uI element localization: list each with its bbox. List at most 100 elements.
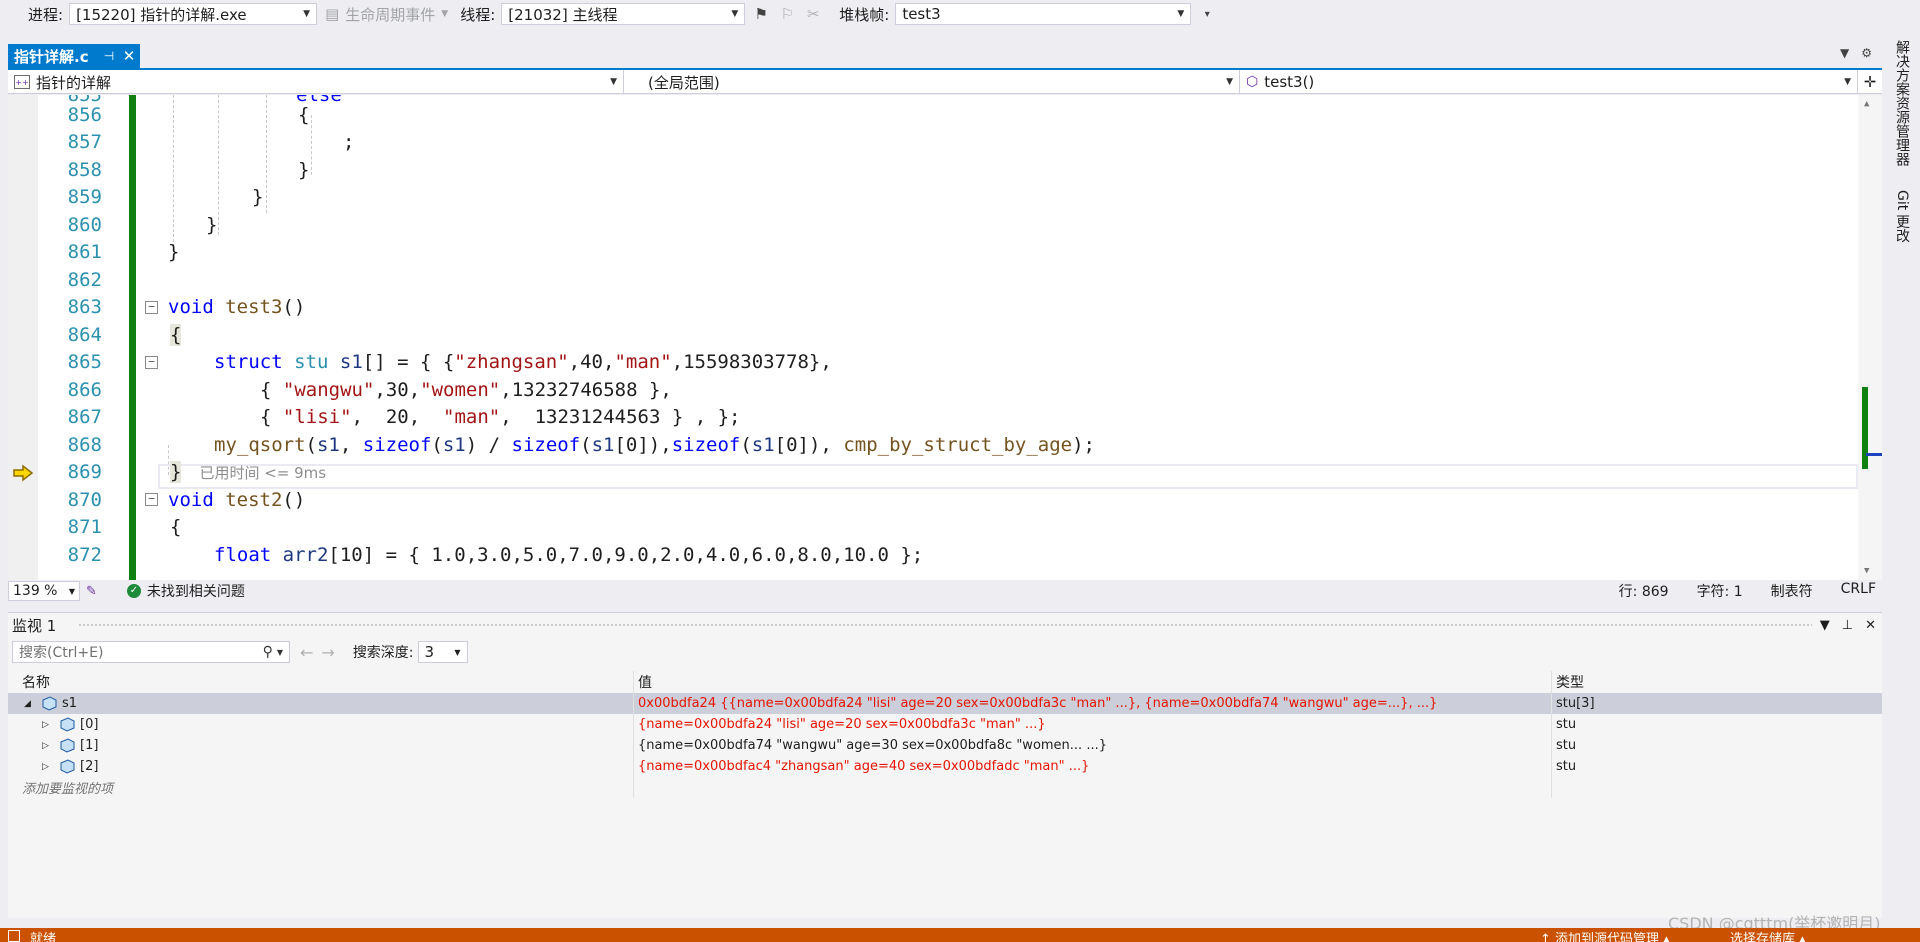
table-row[interactable]: 添加要监视的项 <box>8 777 1882 798</box>
flag-all-threads-icon[interactable]: ⚐ <box>777 4 797 24</box>
column-header-type[interactable]: 类型 <box>1552 671 1862 693</box>
flag-thread-icon[interactable]: ⚑ <box>751 4 771 24</box>
tab-mode-indicator[interactable]: 制表符 <box>1771 581 1813 601</box>
name-cell: ◢ s1 <box>8 693 634 714</box>
lifecycle-events-button[interactable]: ▤ 生命周期事件 ▼ <box>325 4 448 25</box>
table-row[interactable]: ▷ [2] {name=0x00bdfac4 "zhangsan" age=40… <box>8 756 1882 777</box>
watch-value[interactable]: {name=0x00bdfac4 "zhangsan" age=40 sex=0… <box>634 756 1552 777</box>
table-row[interactable]: ◢ s1 0x00bdfa24 {{name=0x00bdfa24 "lisi"… <box>8 693 1882 714</box>
project-icon: ++ <box>14 75 30 89</box>
chevron-down-icon: ▼ <box>1844 77 1851 87</box>
code-line-858: 858 } <box>8 156 1858 184</box>
column-header-name[interactable]: 名称 <box>8 671 634 693</box>
editor-vertical-scrollbar[interactable]: ▲ ▼ <box>1858 95 1882 580</box>
project-dropdown[interactable]: ++ 指针的详解 ▼ <box>8 70 624 94</box>
line-indicator[interactable]: 行: 869 <box>1619 581 1669 601</box>
expand-triangle-icon[interactable]: ▷ <box>42 762 54 772</box>
scroll-up-icon[interactable]: ▲ <box>1864 99 1869 109</box>
line-ending-indicator[interactable]: CRLF <box>1841 581 1876 601</box>
line-number: 869 <box>67 461 102 484</box>
chevron-down-icon: ▼ <box>731 9 739 19</box>
watch-name: s1 <box>62 696 78 711</box>
issues-status[interactable]: 未找到相关问题 <box>147 581 245 601</box>
scope-dropdown[interactable]: (全局范围) ▼ <box>624 70 1240 94</box>
window-options-icon[interactable]: ▼ <box>1820 618 1830 633</box>
line-number: 870 <box>67 488 102 511</box>
perf-tip[interactable]: 已用时间 <= 9ms <box>199 464 326 482</box>
code-line-860: 860 } <box>8 211 1858 239</box>
code-text: float arr2[10] = { 1.0,3.0,5.0,7.0,9.0,2… <box>214 543 924 566</box>
collapse-toggle[interactable]: − <box>145 300 158 314</box>
process-dropdown[interactable]: [15220] 指针的详解.exe ▼ <box>69 3 318 25</box>
watch-search-input[interactable]: 搜索(Ctrl+E) ⚲ ▼ <box>12 641 290 663</box>
line-number: 857 <box>67 131 102 154</box>
thread-dropdown[interactable]: [21032] 主线程 ▼ <box>501 3 746 25</box>
expand-triangle-icon[interactable]: ▷ <box>42 741 54 751</box>
select-repository-button[interactable]: 选择存储库 ▴ <box>1730 928 1806 942</box>
watch-value[interactable]: 0x00bdfa24 {{name=0x00bdfa24 "lisi" age=… <box>634 693 1552 714</box>
char-indicator[interactable]: 字符: 1 <box>1697 581 1743 601</box>
git-changes-tab[interactable]: Git 更改 <box>1890 190 1912 243</box>
cursor-info: 行: 869 字符: 1 制表符 CRLF <box>1619 581 1876 601</box>
close-icon[interactable]: ✕ <box>1865 618 1876 633</box>
stack-frame-label: 堆栈帧: <box>839 5 890 24</box>
check-circle-icon: ✓ <box>126 584 141 598</box>
member-dropdown[interactable]: ⬡ test3() ▼ <box>1240 70 1858 94</box>
line-number: 863 <box>67 296 102 319</box>
watch-value[interactable]: {name=0x00bdfa24 "lisi" age=20 sex=0x00b… <box>634 714 1552 735</box>
code-line-871: 871 { <box>8 514 1858 542</box>
table-row[interactable]: ▷ [1] {name=0x00bdfa74 "wangwu" age=30 s… <box>8 735 1882 756</box>
tab-title: 指针详解.c <box>14 47 89 66</box>
code-editor[interactable]: 855 else 856 { 857 ; 858 } 859 } 860 } 8… <box>8 95 1882 580</box>
pin-icon[interactable]: ⊥ <box>1842 618 1853 633</box>
column-header-value[interactable]: 值 <box>634 671 1552 693</box>
code-text: } 已用时间 <= 9ms <box>170 461 327 484</box>
watch-type: stu <box>1556 759 1577 774</box>
table-row[interactable]: ▷ [0] {name=0x00bdfa24 "lisi" age=20 sex… <box>8 714 1882 735</box>
scrollbar-caret-marker <box>1866 453 1882 456</box>
add-watch-item[interactable]: 添加要监视的项 <box>8 777 634 798</box>
collapse-triangle-icon[interactable]: ◢ <box>24 699 36 709</box>
close-icon[interactable]: ✕ <box>118 47 140 65</box>
code-line-863: 863 − void test3() <box>8 294 1858 322</box>
line-number: 860 <box>67 213 102 236</box>
line-number: 867 <box>67 406 102 429</box>
lifecycle-icon: ▤ <box>325 5 340 23</box>
code-cleanup-icon[interactable]: ✎ <box>86 584 97 599</box>
code-text: ; <box>343 131 355 154</box>
watch-title: 监视 1 <box>12 616 57 635</box>
code-text: } <box>252 186 264 209</box>
tab-pointer-detail-c[interactable]: 指针详解.c ⊣ ✕ <box>8 44 140 68</box>
line-number: 859 <box>67 186 102 209</box>
toolbar-options-icon[interactable]: ▾ <box>1197 4 1217 24</box>
search-navigation-arrows[interactable]: ←→ <box>300 643 343 662</box>
split-threads-icon[interactable]: ✂ <box>803 4 823 24</box>
chevron-down-icon: ▼ <box>441 9 449 19</box>
settings-gear-icon[interactable]: ⚙ <box>1861 46 1872 60</box>
pin-icon[interactable]: ⊣ <box>100 49 118 63</box>
drag-grip[interactable] <box>78 623 1812 628</box>
scrollbar-change-marker <box>1862 387 1868 469</box>
chevron-down-icon[interactable]: ▼ <box>277 648 283 657</box>
collapse-toggle[interactable]: − <box>145 355 158 369</box>
code-line-857: 857 ; <box>8 129 1858 157</box>
line-number: 872 <box>67 543 102 566</box>
scope-name: (全局范围) <box>648 73 720 92</box>
search-depth-dropdown[interactable]: 3 ▼ <box>417 641 468 663</box>
thread-label: 线程: <box>460 5 496 24</box>
solution-explorer-tab[interactable]: 解决方案资源管理器 <box>1890 40 1912 166</box>
scroll-down-icon[interactable]: ▼ <box>1864 566 1869 576</box>
add-to-source-control-button[interactable]: ↑ 添加到源代码管理 ▴ <box>1540 928 1670 942</box>
expand-triangle-icon[interactable]: ▷ <box>42 720 54 730</box>
search-icon[interactable]: ⚲ <box>263 644 273 660</box>
stack-frame-dropdown[interactable]: test3 ▼ <box>895 3 1192 25</box>
code-line-856: 856 { <box>8 101 1858 129</box>
side-tool-tabs: 解决方案资源管理器 Git 更改 <box>1884 40 1920 920</box>
split-editor-icon[interactable]: ✛ <box>1858 70 1882 93</box>
code-line-865: 865 − struct stu s1[] = { {"zhangsan",40… <box>8 349 1858 377</box>
watch-value[interactable]: {name=0x00bdfa74 "wangwu" age=30 sex=0x0… <box>634 735 1552 756</box>
tab-list-dropdown-icon[interactable]: ▼ <box>1840 46 1849 60</box>
zoom-dropdown[interactable]: 139 % ▼ <box>8 581 80 601</box>
code-text: { <box>170 323 182 346</box>
collapse-toggle[interactable]: − <box>145 493 158 506</box>
